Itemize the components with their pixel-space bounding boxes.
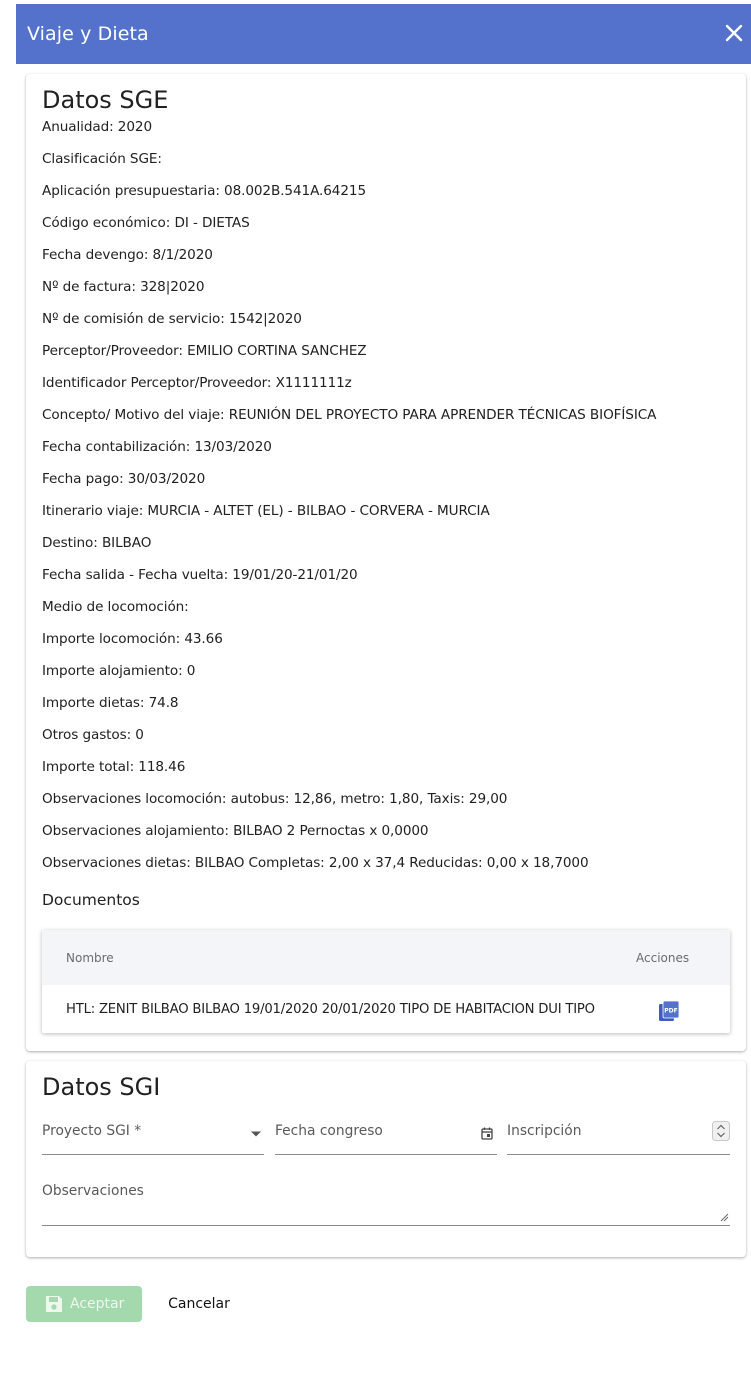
fecha-congreso-label: Fecha congreso — [275, 1123, 383, 1139]
observaciones-textarea[interactable]: Observaciones — [42, 1181, 730, 1226]
pdf-icon: PDF — [659, 1000, 680, 1021]
save-icon — [46, 1296, 62, 1312]
sge-obs-dietas: Observaciones dietas: BILBAO Completas: … — [42, 855, 589, 871]
dropdown-arrow-icon — [251, 1131, 261, 1137]
sge-clasificacion: Clasificación SGE: — [42, 151, 162, 167]
documents-table-header: Nombre Acciones — [42, 930, 730, 985]
sge-importe-total: Importe total: 118.46 — [42, 759, 186, 775]
sge-title: Datos SGE — [42, 86, 169, 114]
documents-table: Nombre Acciones HTL: ZENIT BILBAO BILBAO… — [42, 930, 730, 1033]
sge-importe-dietas: Importe dietas: 74.8 — [42, 695, 179, 711]
cancel-button[interactable]: Cancelar — [153, 1286, 245, 1322]
sge-anualidad: Anualidad: 2020 — [42, 119, 152, 135]
cancel-label: Cancelar — [168, 1296, 230, 1312]
sge-aplicacion: Aplicación presupuestaria: 08.002B.541A.… — [42, 183, 367, 199]
column-header-acciones: Acciones — [636, 951, 690, 965]
dialog-header: Viaje y Dieta — [16, 4, 751, 64]
sge-itinerario: Itinerario viaje: MURCIA - ALTET (EL) - … — [42, 503, 490, 519]
sgi-card: Datos SGI Proyecto SGI * Fecha congreso … — [26, 1061, 746, 1257]
sge-otros-gastos: Otros gastos: 0 — [42, 727, 144, 743]
sge-fecha-devengo: Fecha devengo: 8/1/2020 — [42, 247, 213, 263]
svg-text:PDF: PDF — [664, 1008, 677, 1015]
documents-title: Documentos — [42, 891, 140, 909]
sge-fecha-contabilizacion: Fecha contabilización: 13/03/2020 — [42, 439, 272, 455]
sge-perceptor: Perceptor/Proveedor: EMILIO CORTINA SANC… — [42, 343, 367, 359]
sge-obs-locomocion: Observaciones locomoción: autobus: 12,86… — [42, 791, 508, 807]
observaciones-label: Observaciones — [42, 1183, 144, 1199]
calendar-icon[interactable] — [481, 1127, 493, 1140]
sge-importe-locomocion: Importe locomoción: 43.66 — [42, 631, 223, 647]
proyecto-sgi-select[interactable]: Proyecto SGI * — [42, 1121, 264, 1155]
accept-label: Aceptar — [70, 1296, 125, 1312]
sge-importe-alojamiento: Importe alojamiento: 0 — [42, 663, 196, 679]
sge-identificador: Identificador Perceptor/Proveedor: X1111… — [42, 375, 352, 391]
sge-medio-locomocion: Medio de locomoción: — [42, 599, 189, 615]
accept-button[interactable]: Aceptar — [26, 1286, 142, 1322]
document-name: HTL: ZENIT BILBAO BILBAO 19/01/2020 20/0… — [66, 1002, 595, 1017]
sge-destino: Destino: BILBAO — [42, 535, 152, 551]
proyecto-sgi-label: Proyecto SGI * — [42, 1123, 142, 1139]
resize-handle-icon[interactable] — [719, 1212, 729, 1222]
sge-fechas-viaje: Fecha salida - Fecha vuelta: 19/01/20-21… — [42, 567, 358, 583]
download-pdf-button[interactable]: PDF — [658, 1000, 680, 1022]
sge-codigo-economico: Código económico: DI - DIETAS — [42, 215, 250, 231]
sge-card: Datos SGE Anualidad: 2020 Clasificación … — [26, 74, 746, 1051]
close-button[interactable] — [723, 22, 745, 44]
number-spinner-icon[interactable] — [712, 1121, 730, 1141]
inscripcion-label: Inscripción — [507, 1123, 582, 1139]
sge-comision: Nº de comisión de servicio: 1542|2020 — [42, 311, 302, 327]
sge-concepto: Concepto/ Motivo del viaje: REUNIÓN DEL … — [42, 407, 657, 423]
sgi-title: Datos SGI — [42, 1073, 161, 1101]
inscripcion-input[interactable]: Inscripción — [507, 1121, 730, 1155]
close-icon — [725, 24, 743, 42]
sge-obs-alojamiento: Observaciones alojamiento: BILBAO 2 Pern… — [42, 823, 429, 839]
column-header-nombre: Nombre — [66, 951, 114, 965]
sge-fecha-pago: Fecha pago: 30/03/2020 — [42, 471, 206, 487]
fecha-congreso-input[interactable]: Fecha congreso — [275, 1121, 497, 1155]
dialog-title: Viaje y Dieta — [27, 23, 149, 45]
sge-factura: Nº de factura: 328|2020 — [42, 279, 205, 295]
